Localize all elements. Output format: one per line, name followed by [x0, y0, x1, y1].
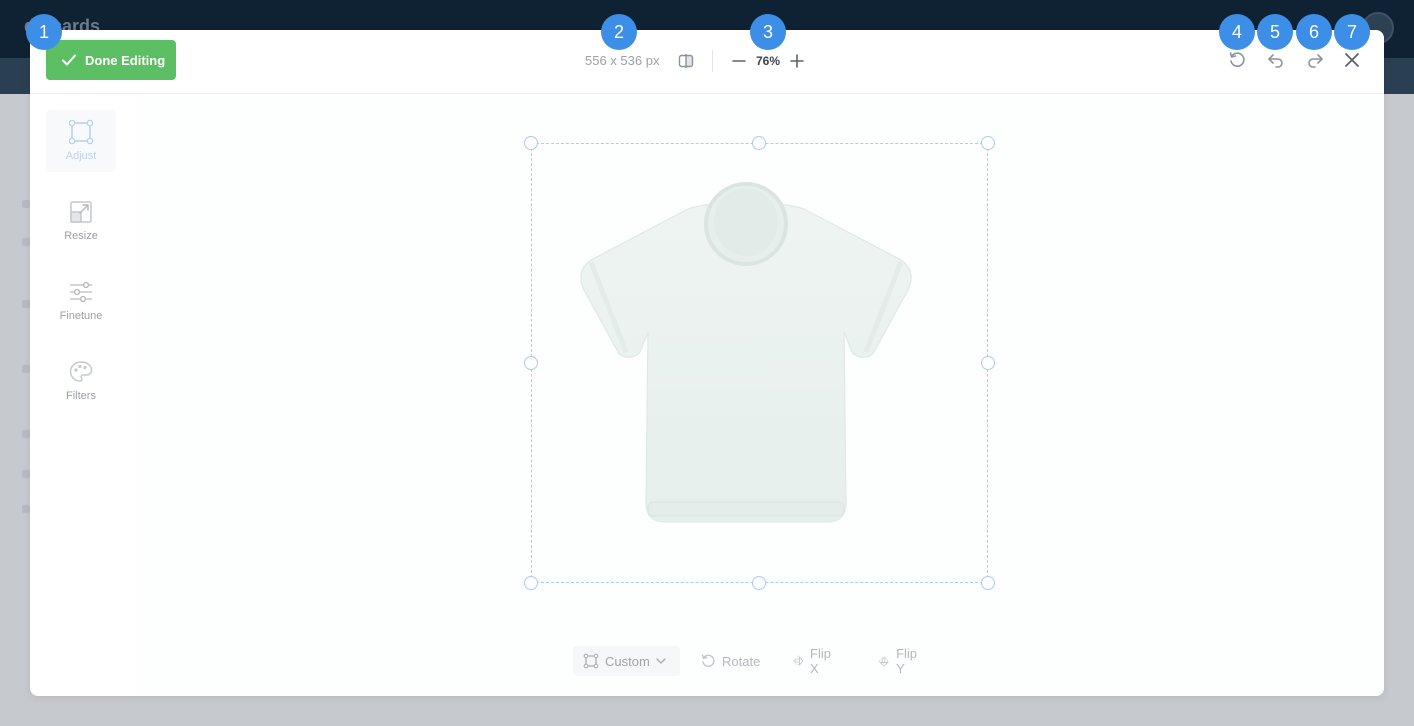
reset-icon[interactable]	[1228, 51, 1246, 69]
crop-frame[interactable]	[531, 143, 988, 583]
redo-icon[interactable]	[1306, 51, 1324, 69]
annotation-badge-2: 2	[601, 14, 637, 50]
zoom-in-icon[interactable]	[790, 52, 804, 70]
compare-icon[interactable]	[678, 53, 694, 69]
crop-handle-top[interactable]	[752, 136, 766, 150]
rotate-label: Rotate	[722, 653, 761, 669]
flip-y-button[interactable]: Flip Y	[868, 646, 931, 676]
sidebar-item-label: Filters	[66, 390, 96, 402]
palette-icon	[69, 361, 93, 382]
crop-handle-right[interactable]	[981, 356, 995, 370]
image-dimensions: 556 x 536 px	[585, 53, 660, 68]
annotation-badge-7: 7	[1334, 14, 1370, 50]
zoom-level: 76%	[756, 54, 781, 68]
sidebar-item-finetune[interactable]: Finetune	[46, 270, 116, 332]
sidebar-item-label: Resize	[64, 230, 98, 242]
editor-header: Done Editing 556 x 536 px 76%	[30, 30, 1384, 94]
flip-y-label: Flip Y	[896, 646, 918, 676]
crop-handle-bottom-right[interactable]	[981, 576, 995, 590]
annotation-badge-3: 3	[750, 14, 786, 50]
done-editing-label: Done Editing	[85, 52, 166, 68]
flip-x-button[interactable]: Flip X	[782, 646, 845, 676]
crop-handle-left[interactable]	[524, 356, 538, 370]
crop-frame-icon	[68, 119, 94, 145]
rotate-icon	[701, 654, 715, 668]
rotate-button[interactable]: Rotate	[690, 646, 770, 676]
undo-icon[interactable]	[1267, 51, 1285, 69]
close-icon[interactable]	[1343, 51, 1361, 69]
crop-handle-top-right[interactable]	[981, 136, 995, 150]
sidebar-item-label: Adjust	[65, 150, 97, 162]
sidebar-item-filters[interactable]: Filters	[46, 350, 116, 412]
header-divider	[712, 50, 713, 72]
sliders-icon	[70, 281, 92, 303]
sidebar-item-adjust[interactable]: Adjust	[46, 110, 116, 172]
crop-handle-bottom[interactable]	[752, 576, 766, 590]
aspect-ratio-select[interactable]: Custom	[573, 646, 680, 676]
image-editor-modal: Done Editing 556 x 536 px 76% Adjust Res…	[30, 30, 1384, 696]
flip-x-label: Flip X	[810, 646, 831, 676]
flip-horizontal-icon	[793, 655, 804, 667]
annotation-badge-1: 1	[26, 14, 62, 50]
editor-canvas: Custom Rotate Flip X Flip Y	[136, 94, 1384, 696]
aspect-ratio-label: Custom	[605, 653, 650, 669]
flip-vertical-icon	[878, 656, 890, 667]
crop-handle-top-left[interactable]	[524, 136, 538, 150]
done-editing-button[interactable]: Done Editing	[46, 40, 176, 80]
zoom-out-icon[interactable]	[732, 52, 746, 70]
resize-icon	[70, 201, 92, 223]
annotation-badge-4: 4	[1219, 14, 1255, 50]
sidebar-item-resize[interactable]: Resize	[46, 190, 116, 252]
crop-ratio-icon	[583, 653, 599, 669]
crop-handle-bottom-left[interactable]	[524, 576, 538, 590]
check-icon	[62, 54, 76, 66]
annotation-badge-5: 5	[1257, 14, 1293, 50]
tool-sidebar: Adjust Resize Finetune Filters	[30, 94, 136, 696]
chevron-down-icon	[656, 658, 666, 664]
sidebar-item-label: Finetune	[59, 310, 103, 322]
annotation-badge-6: 6	[1296, 14, 1332, 50]
